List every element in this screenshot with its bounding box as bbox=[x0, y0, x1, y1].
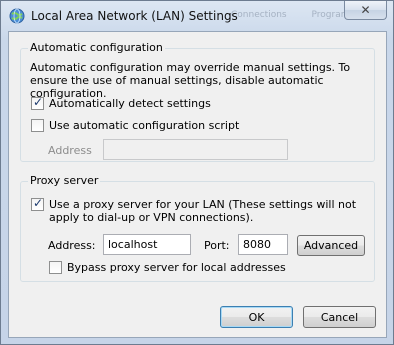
ok-button[interactable]: OK bbox=[220, 306, 293, 328]
auto-config-script-row[interactable]: Use automatic configuration script bbox=[31, 119, 239, 132]
automatic-configuration-description: Automatic configuration may override man… bbox=[30, 61, 351, 100]
auto-detect-label[interactable]: Automatically detect settings bbox=[49, 97, 211, 110]
close-button[interactable]: ✕ bbox=[344, 1, 387, 20]
proxy-server-legend: Proxy server bbox=[28, 174, 101, 187]
window-title: Local Area Network (LAN) Settings bbox=[31, 9, 238, 23]
proxy-address-label: Address: bbox=[48, 239, 96, 252]
lan-settings-dialog: Connections Programs Local Area Network … bbox=[0, 0, 394, 345]
use-proxy-label[interactable]: Use a proxy server for your LAN (These s… bbox=[49, 198, 371, 224]
automatic-configuration-legend: Automatic configuration bbox=[28, 41, 165, 54]
proxy-server-group: Proxy server Use a proxy server for your… bbox=[20, 174, 375, 282]
close-icon: ✕ bbox=[360, 3, 371, 17]
cancel-button[interactable]: Cancel bbox=[303, 306, 376, 328]
proxy-port-input[interactable]: 8080 bbox=[238, 234, 288, 255]
network-globe-icon bbox=[9, 8, 25, 24]
script-address-label: Address bbox=[48, 144, 92, 157]
auto-config-script-checkbox[interactable] bbox=[31, 119, 44, 132]
bypass-local-row[interactable]: Bypass proxy server for local addresses bbox=[49, 261, 286, 274]
bypass-local-checkbox[interactable] bbox=[49, 261, 62, 274]
use-proxy-row[interactable]: Use a proxy server for your LAN (These s… bbox=[31, 196, 371, 224]
script-address-input[interactable] bbox=[103, 139, 288, 160]
automatic-configuration-group: Automatic configuration Automatic config… bbox=[20, 41, 375, 162]
auto-config-script-label[interactable]: Use automatic configuration script bbox=[49, 119, 239, 132]
dialog-client-area: Automatic configuration Automatic config… bbox=[8, 31, 387, 338]
bypass-local-label[interactable]: Bypass proxy server for local addresses bbox=[67, 261, 286, 274]
proxy-address-input[interactable]: localhost bbox=[103, 234, 191, 255]
auto-detect-row[interactable]: Automatically detect settings bbox=[31, 95, 211, 110]
title-bar[interactable]: Connections Programs Local Area Network … bbox=[1, 1, 393, 31]
advanced-button[interactable]: Advanced bbox=[297, 235, 365, 256]
proxy-port-label: Port: bbox=[204, 239, 230, 252]
use-proxy-checkbox[interactable] bbox=[31, 196, 44, 211]
auto-detect-checkbox[interactable] bbox=[31, 95, 44, 110]
background-tab-connections: Connections bbox=[231, 10, 287, 20]
